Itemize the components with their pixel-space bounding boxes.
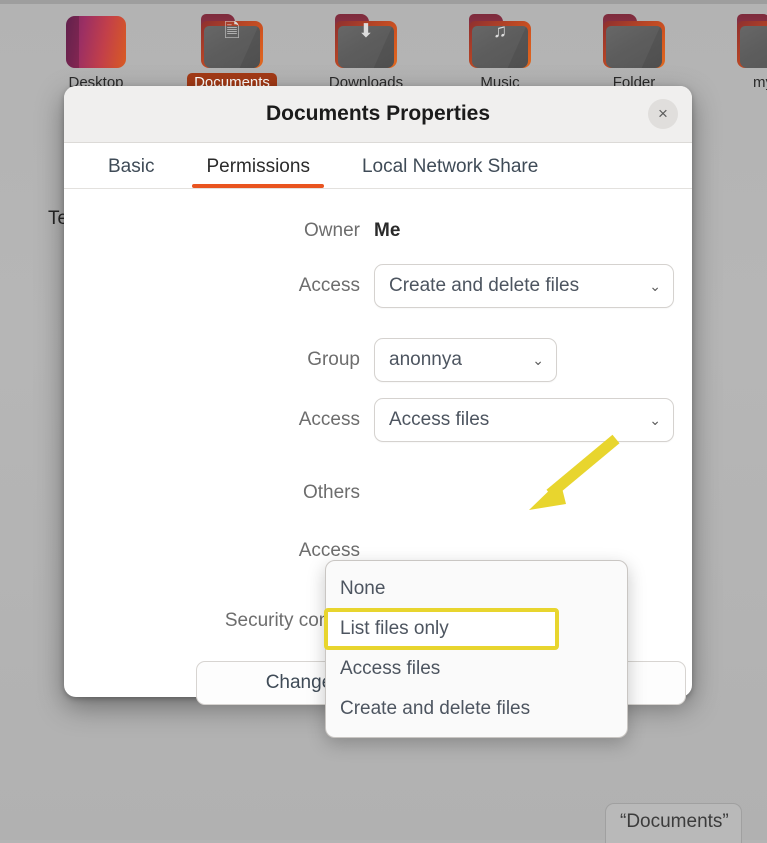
owner-label: Owner <box>304 220 360 241</box>
chevron-down-icon: ⌄ <box>649 277 661 294</box>
chevron-down-icon: ⌄ <box>532 351 544 368</box>
documents-folder-icon: 🗎 <box>199 14 265 72</box>
desktop-icon-desktop[interactable]: Desktop <box>41 14 151 93</box>
owner-access-value: Create and delete files <box>389 275 580 296</box>
desktop-icon-documents[interactable]: 🗎 Documents <box>177 14 287 93</box>
chevron-down-icon: ⌄ <box>649 411 661 428</box>
desktop-icon-downloads[interactable]: ⬇ Downloads <box>311 14 421 93</box>
dialog-title: Documents Properties <box>265 102 491 125</box>
group-access-row: Access Access files ⌄ <box>64 395 692 445</box>
permissions-panel: Owner Me Access Create and delete files … <box>64 189 692 738</box>
tab-basic[interactable]: Basic <box>82 156 180 188</box>
group-dropdown[interactable]: anonnya ⌄ <box>374 338 557 382</box>
group-access-value: Access files <box>389 409 490 430</box>
close-icon[interactable]: × <box>648 99 678 129</box>
document-glyph-icon: 🗎 <box>224 21 240 42</box>
desktop-icon-folder[interactable]: Folder <box>579 14 689 93</box>
group-access-label: Access <box>298 409 360 430</box>
desktop-top-strip <box>0 0 767 4</box>
dialog-tabbar: Basic Permissions Local Network Share <box>64 143 692 189</box>
music-note-icon: ♫ <box>492 21 508 42</box>
desktop-icon-music[interactable]: ♫ Music <box>445 14 555 93</box>
desktop-icon-label: myS <box>753 74 767 91</box>
owner-row: Owner Me <box>64 211 692 251</box>
group-access-dropdown[interactable]: Access files ⌄ <box>374 398 674 442</box>
status-pill: “Documents” <box>605 803 742 843</box>
desktop-icon-mys[interactable]: myS <box>713 14 767 93</box>
dropdown-option-list-files-only[interactable]: List files only <box>324 608 559 650</box>
others-access-label: Access <box>298 540 360 561</box>
owner-access-row: Access Create and delete files ⌄ <box>64 261 692 311</box>
tab-permissions[interactable]: Permissions <box>180 156 335 188</box>
owner-access-dropdown[interactable]: Create and delete files ⌄ <box>374 264 674 308</box>
owner-value: Me <box>374 220 401 241</box>
dialog-titlebar: Documents Properties × <box>64 86 692 143</box>
home-folder-icon <box>63 14 129 72</box>
dropdown-option-create-and-delete-files[interactable]: Create and delete files <box>326 689 627 729</box>
generic-folder-icon <box>601 14 667 72</box>
documents-properties-dialog: Documents Properties × Basic Permissions… <box>64 86 692 738</box>
group-label: Group <box>307 349 360 370</box>
group-row: Group anonnya ⌄ <box>64 335 692 385</box>
downloads-folder-icon: ⬇ <box>333 14 399 72</box>
dropdown-option-none[interactable]: None <box>326 569 627 609</box>
tab-local-network-share[interactable]: Local Network Share <box>336 156 564 188</box>
music-folder-icon: ♫ <box>467 14 533 72</box>
mys-folder-icon <box>735 14 767 72</box>
others-access-dropdown-popup: None List files only Access files Create… <box>324 560 628 738</box>
download-arrow-icon: ⬇ <box>358 21 374 42</box>
dropdown-option-access-files[interactable]: Access files <box>326 649 627 689</box>
others-label: Others <box>302 482 360 503</box>
owner-access-label: Access <box>298 275 360 296</box>
group-value: anonnya <box>389 349 462 370</box>
others-row: Others <box>64 469 692 517</box>
